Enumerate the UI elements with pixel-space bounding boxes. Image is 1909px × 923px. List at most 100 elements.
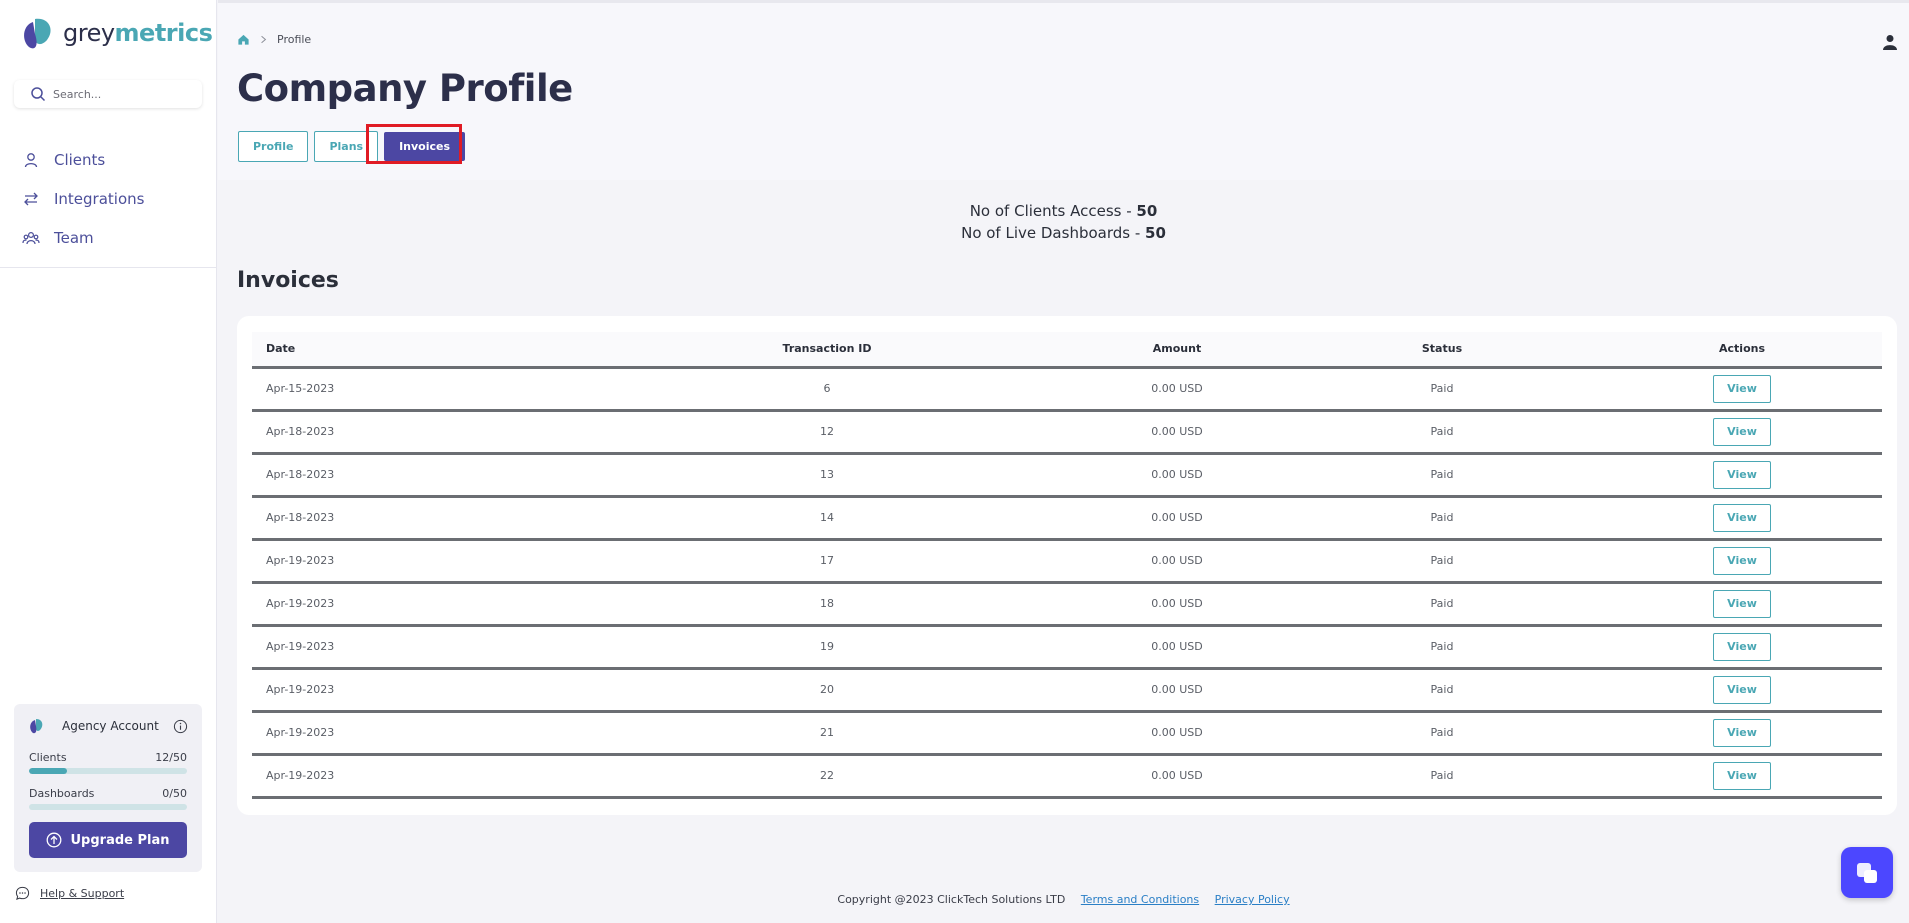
live-dashboards-label: No of Live Dashboards - — [961, 224, 1146, 242]
footer: Copyright @2023 ClickTech Solutions LTD … — [218, 893, 1909, 906]
chat-widget-icon — [1857, 862, 1877, 883]
view-invoice-button[interactable]: View — [1713, 718, 1771, 747]
invoice-transaction-id: 17 — [820, 554, 834, 567]
invoice-amount: 0.00 USD — [1151, 425, 1203, 438]
invoice-transaction-id: 20 — [820, 683, 834, 696]
help-support-link[interactable]: Help & Support — [40, 887, 124, 900]
sidebar-item-label: Team — [54, 228, 94, 247]
team-icon — [22, 231, 40, 244]
logo-text: greymetrics — [63, 19, 213, 47]
plan-stats: No of Clients Access - 50 No of Live Das… — [218, 200, 1909, 244]
invoice-transaction-id: 18 — [820, 597, 834, 610]
invoice-date: Apr-15-2023 — [266, 382, 335, 395]
table-row: Apr-19-2023 22 0.00 USD Paid View — [252, 754, 1882, 797]
arrows-exchange-icon — [24, 192, 38, 205]
invoices-title: Invoices — [237, 268, 339, 293]
home-icon[interactable] — [237, 33, 250, 46]
search-box[interactable] — [14, 80, 202, 108]
invoice-date: Apr-19-2023 — [266, 683, 335, 696]
invoices-card: Date Transaction ID Amount Status Action… — [237, 316, 1897, 815]
view-invoice-button[interactable]: View — [1713, 761, 1771, 790]
info-icon[interactable] — [173, 719, 188, 734]
search-input[interactable] — [53, 87, 193, 101]
table-row: Apr-18-2023 12 0.00 USD Paid View — [252, 410, 1882, 453]
invoice-amount: 0.00 USD — [1151, 382, 1203, 395]
invoice-date: Apr-19-2023 — [266, 597, 335, 610]
invoice-date: Apr-18-2023 — [266, 511, 335, 524]
view-invoice-button[interactable]: View — [1713, 503, 1771, 532]
view-invoice-button[interactable]: View — [1713, 632, 1771, 661]
divider — [0, 267, 217, 268]
column-header-actions: Actions — [1719, 342, 1765, 356]
sidebar-item-integrations[interactable]: Integrations — [0, 179, 217, 218]
view-invoice-button[interactable]: View — [1713, 675, 1771, 704]
invoice-amount: 0.00 USD — [1151, 769, 1203, 782]
upgrade-plan-button[interactable]: Upgrade Plan — [29, 822, 187, 858]
view-invoice-button[interactable]: View — [1713, 417, 1771, 446]
table-row: Apr-18-2023 14 0.00 USD Paid View — [252, 496, 1882, 539]
sidebar-item-clients[interactable]: Clients — [0, 140, 217, 179]
greymetrics-logo-icon — [24, 18, 51, 49]
table-row: Apr-19-2023 20 0.00 USD Paid View — [252, 668, 1882, 711]
invoice-transaction-id: 21 — [820, 726, 834, 739]
account-card: Agency Account Clients 12/50 Dashboards 0/… — [14, 704, 202, 872]
user-icon — [24, 152, 38, 167]
invoice-amount: 0.00 USD — [1151, 554, 1203, 567]
table-row: Apr-19-2023 19 0.00 USD Paid View — [252, 625, 1882, 668]
view-invoice-button[interactable]: View — [1713, 374, 1771, 403]
clients-meter-label: Clients — [29, 751, 67, 764]
invoice-date: Apr-18-2023 — [266, 468, 335, 481]
view-invoice-button[interactable]: View — [1713, 460, 1771, 489]
live-dashboards-value: 50 — [1145, 224, 1166, 242]
logo[interactable]: greymetrics — [19, 16, 213, 50]
dashboards-progress-bar — [29, 804, 187, 810]
help-support: Help & Support — [15, 886, 124, 901]
tab-profile[interactable]: Profile — [238, 131, 309, 162]
privacy-link[interactable]: Privacy Policy — [1215, 893, 1290, 906]
column-header-transaction-id: Transaction ID — [782, 342, 872, 356]
account-title: Agency Account — [62, 719, 159, 733]
user-avatar-icon[interactable] — [1881, 33, 1899, 51]
view-invoice-button[interactable]: View — [1713, 546, 1771, 575]
dashboards-meter-label: Dashboards — [29, 787, 95, 800]
arrow-up-circle-icon — [47, 832, 62, 848]
table-row: Apr-19-2023 18 0.00 USD Paid View — [252, 582, 1882, 625]
search-icon — [31, 87, 46, 102]
breadcrumb-current: Profile — [277, 33, 312, 46]
chat-widget-button[interactable] — [1841, 847, 1893, 898]
copyright-text: Copyright @2023 ClickTech Solutions LTD — [837, 893, 1066, 906]
table-row: Apr-15-2023 6 0.00 USD Paid View — [252, 367, 1882, 410]
column-header-amount: Amount — [1152, 342, 1202, 356]
column-header-status: Status — [1421, 342, 1463, 356]
sidebar-nav: Clients Integrations Team — [0, 140, 217, 257]
invoice-amount: 0.00 USD — [1151, 640, 1203, 653]
clients-progress-fill — [29, 768, 67, 774]
dashboards-meter-value: 0/50 — [162, 787, 187, 800]
chat-bubble-icon — [15, 886, 30, 900]
invoice-status: Paid — [1430, 726, 1454, 739]
invoice-transaction-id: 14 — [820, 511, 834, 524]
invoice-date: Apr-19-2023 — [266, 640, 335, 653]
terms-link[interactable]: Terms and Conditions — [1081, 893, 1199, 906]
table-row: Apr-18-2023 13 0.00 USD Paid View — [252, 453, 1882, 496]
invoice-transaction-id: 22 — [820, 769, 834, 782]
invoice-status: Paid — [1430, 769, 1454, 782]
view-invoice-button[interactable]: View — [1713, 589, 1771, 618]
chevron-right-icon — [261, 35, 267, 44]
invoice-status: Paid — [1430, 382, 1454, 395]
invoice-transaction-id: 13 — [820, 468, 834, 481]
invoice-amount: 0.00 USD — [1151, 683, 1203, 696]
invoice-status: Paid — [1430, 554, 1454, 567]
table-row: Apr-19-2023 17 0.00 USD Paid View — [252, 539, 1882, 582]
invoice-amount: 0.00 USD — [1151, 511, 1203, 524]
sidebar-item-label: Integrations — [54, 189, 145, 208]
sidebar-item-team[interactable]: Team — [0, 218, 217, 257]
invoice-date: Apr-19-2023 — [266, 769, 335, 782]
invoice-date: Apr-18-2023 — [266, 425, 335, 438]
invoice-status: Paid — [1430, 468, 1454, 481]
invoice-transaction-id: 12 — [820, 425, 834, 438]
clients-meter: Clients 12/50 — [29, 751, 187, 774]
clients-access-value: 50 — [1136, 202, 1158, 220]
invoice-status: Paid — [1430, 597, 1454, 610]
sidebar: greymetrics Clients Integrations Team Ag… — [0, 0, 217, 923]
